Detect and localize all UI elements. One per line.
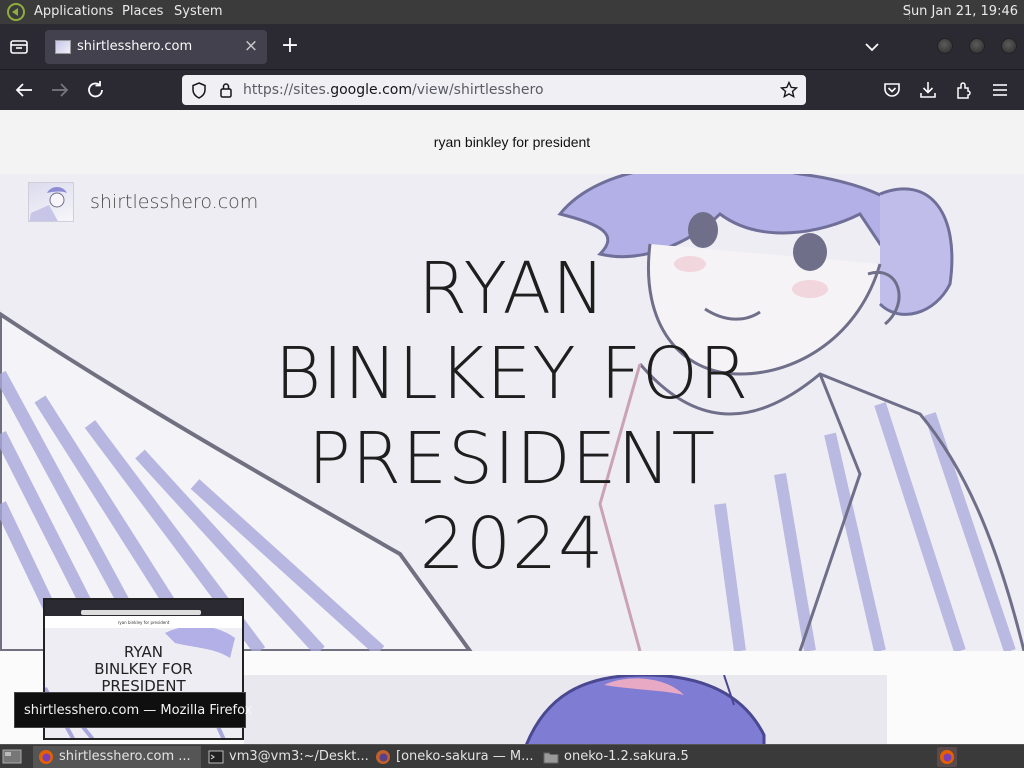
- distro-logo-icon[interactable]: [6, 2, 26, 22]
- firefox-view-icon[interactable]: [9, 38, 29, 56]
- lock-icon[interactable]: [219, 81, 233, 99]
- taskbar-item-label: shirtlesshero.com ...: [59, 749, 191, 764]
- pocket-icon[interactable]: [882, 80, 902, 100]
- show-desktop-icon[interactable]: [2, 748, 22, 765]
- hamburger-menu-icon[interactable]: [990, 80, 1010, 100]
- maximize-button[interactable]: [969, 38, 985, 54]
- character-image: [244, 675, 887, 744]
- menu-places[interactable]: Places: [122, 4, 163, 19]
- url-domain: google.com: [330, 82, 412, 98]
- window-tooltip: shirtlesshero.com — Mozilla Firefox: [14, 692, 252, 728]
- minimize-button[interactable]: [937, 38, 953, 54]
- preview-title-line: BINLKEY FOR: [94, 660, 193, 678]
- tab-close-button[interactable]: ×: [243, 36, 259, 56]
- hero-title: RYAN BINLKEY FOR PRESIDENT 2024: [0, 246, 1024, 586]
- tab-strip: shirtlesshero.com × +: [0, 24, 1024, 69]
- preview-announcement: ryan binkley for president: [117, 620, 170, 625]
- star-icon[interactable]: [780, 81, 798, 99]
- preview-title-line: RYAN: [124, 643, 163, 661]
- bottom-taskbar: shirtlesshero.com ... vm3@vm3:~/Deskt...…: [0, 744, 1024, 768]
- preview-hero-title: RYAN BINLKEY FOR PRESIDENT: [45, 644, 242, 695]
- url-text[interactable]: https://sites.google.com/view/shirtlessh…: [243, 82, 544, 98]
- workspace-switcher[interactable]: [937, 747, 957, 767]
- taskbar-item-firefox-shirtlesshero[interactable]: shirtlesshero.com ...: [33, 746, 201, 768]
- hero-title-line: BINLKEY FOR: [274, 332, 750, 415]
- top-panel: Applications Places System Sun Jan 21, 1…: [0, 0, 1024, 24]
- hero-title-line: RYAN: [417, 247, 607, 330]
- taskbar-item-label: oneko-1.2.sakura.5: [564, 749, 689, 764]
- hero-title-line: PRESIDENT: [307, 417, 717, 500]
- site-name[interactable]: shirtlesshero.com: [90, 191, 258, 213]
- url-path: /view/shirtlesshero: [411, 82, 544, 98]
- taskbar-item-folder[interactable]: oneko-1.2.sakura.5: [538, 746, 704, 768]
- shield-icon[interactable]: [191, 82, 207, 99]
- clock[interactable]: Sun Jan 21, 19:46: [903, 4, 1018, 19]
- taskbar-item-label: vm3@vm3:~/Deskt...: [229, 749, 368, 764]
- forward-icon[interactable]: [48, 79, 72, 101]
- taskbar-item-terminal[interactable]: vm3@vm3:~/Deskt...: [203, 746, 368, 768]
- menu-applications[interactable]: Applications: [34, 4, 113, 19]
- extensions-icon[interactable]: [954, 80, 974, 100]
- close-window-button[interactable]: [1001, 38, 1017, 54]
- site-logo-image: [29, 187, 67, 221]
- announcement-banner: ryan binkley for president: [433, 134, 591, 150]
- firefox-icon: [39, 750, 53, 764]
- firefox-icon: [376, 750, 390, 764]
- menu-system[interactable]: System: [174, 4, 222, 19]
- site-favicon-icon: [55, 40, 71, 54]
- reload-icon[interactable]: [84, 79, 108, 101]
- terminal-icon: [208, 750, 224, 764]
- new-tab-button[interactable]: +: [279, 35, 301, 58]
- tab-title: shirtlesshero.com: [77, 39, 193, 54]
- back-icon[interactable]: [12, 79, 36, 101]
- tab-shirtlesshero[interactable]: shirtlesshero.com ×: [45, 30, 267, 64]
- downloads-icon[interactable]: [918, 80, 938, 100]
- taskbar-item-firefox-oneko[interactable]: [oneko-sakura — M...: [370, 746, 536, 768]
- folder-icon: [543, 752, 559, 764]
- preview-url-bar: [81, 610, 201, 615]
- url-bar[interactable]: https://sites.google.com/view/shirtlessh…: [182, 75, 806, 105]
- chevron-down-icon[interactable]: [862, 38, 882, 56]
- url-scheme: https://sites.: [243, 82, 331, 98]
- firefox-icon: [940, 750, 954, 764]
- hero-title-line: 2024: [419, 502, 605, 585]
- navigation-toolbar: https://sites.google.com/view/shirtlessh…: [0, 69, 1024, 110]
- hero-banner: shirtlesshero.com RYAN BINLKEY FOR PRESI…: [0, 174, 1024, 651]
- taskbar-item-label: [oneko-sakura — M...: [396, 749, 534, 764]
- site-logo[interactable]: [28, 182, 74, 222]
